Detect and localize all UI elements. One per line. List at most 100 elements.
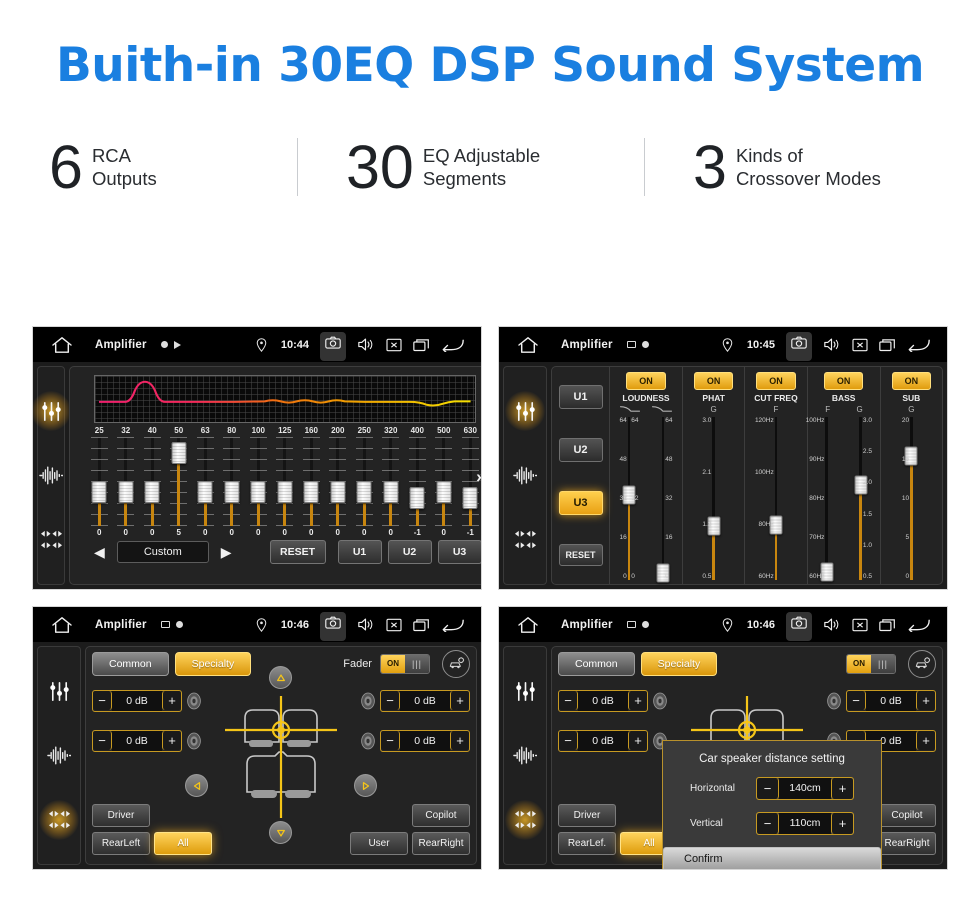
volume-icon[interactable] (357, 336, 374, 353)
close-box-icon[interactable] (385, 336, 402, 353)
preset-u2-button[interactable]: U2 (558, 438, 603, 463)
volume-icon[interactable] (823, 616, 840, 633)
decrement-button[interactable]: − (381, 691, 400, 710)
camera-button[interactable] (786, 612, 812, 641)
effect-slider[interactable]: 3.0 2.1 1.3 0.5 (697, 417, 731, 580)
nav-left-button[interactable] (185, 774, 208, 797)
eq-slider[interactable]: 0 (86, 437, 113, 537)
sidebar-item-equalizer[interactable] (33, 391, 71, 432)
eq-slider-track[interactable] (408, 437, 426, 526)
nav-up-button[interactable] (269, 666, 292, 689)
nav-right-button[interactable] (354, 774, 377, 797)
eq-slider-knob[interactable] (118, 481, 134, 504)
increment-button[interactable]: + (450, 731, 469, 750)
car-config-icon[interactable] (908, 650, 936, 678)
eq-slider[interactable]: -1 (404, 437, 431, 537)
sidebar-item-fader[interactable] (38, 527, 64, 553)
eq-slider-knob[interactable] (171, 442, 187, 465)
home-icon[interactable] (517, 616, 539, 634)
position-all-button[interactable]: All (154, 832, 212, 855)
position-rearright-button[interactable]: RearRight (412, 832, 470, 855)
back-icon[interactable] (907, 336, 931, 353)
eq-slider-track[interactable] (90, 437, 108, 526)
increment-button[interactable]: + (916, 691, 935, 710)
vertical-stepper[interactable]: − 110cm + (756, 812, 854, 835)
preset-prev-button[interactable]: ◀ (88, 544, 111, 561)
increment-button[interactable]: + (916, 731, 935, 750)
increment-button[interactable]: + (162, 691, 181, 710)
decrement-button[interactable]: − (847, 691, 866, 710)
position-rearright-button[interactable]: RearRight (878, 832, 936, 855)
effect-toggle-button[interactable]: ON (626, 372, 666, 390)
camera-button[interactable] (786, 332, 812, 361)
tab-common[interactable]: Common (558, 652, 635, 676)
effect-slider-track[interactable]: 120Hz 100Hz 80Hz 60Hz (755, 417, 783, 580)
home-icon[interactable] (517, 336, 539, 354)
recents-icon[interactable] (879, 336, 896, 353)
increment-button[interactable]: + (162, 731, 181, 750)
eq-slider[interactable]: 0 (139, 437, 166, 537)
effect-slider[interactable]: 3.0 2.5 2.0 1.5 1.0 0.5 (844, 417, 878, 580)
chevron-double-right-icon[interactable]: » (476, 467, 481, 487)
increment-button[interactable]: + (831, 813, 853, 834)
eq-slider-track[interactable] (276, 437, 294, 526)
back-icon[interactable] (441, 616, 465, 633)
close-box-icon[interactable] (851, 336, 868, 353)
effect-slider-track[interactable]: 3.0 2.1 1.3 0.5 (702, 417, 721, 580)
eq-slider-track[interactable] (117, 437, 135, 526)
decrement-button[interactable]: − (381, 731, 400, 750)
position-driver-button[interactable]: Driver (92, 804, 150, 827)
gain-stepper[interactable]: − 0 dB + (380, 690, 470, 712)
decrement-button[interactable]: − (757, 778, 779, 799)
eq-slider-knob[interactable] (277, 481, 293, 504)
tab-specialty[interactable]: Specialty (174, 652, 252, 676)
eq-slider-track[interactable] (143, 437, 161, 526)
decrement-button[interactable]: − (559, 731, 578, 750)
eq-slider-knob[interactable] (224, 481, 240, 504)
eq-slider-knob[interactable] (409, 486, 425, 509)
eq-slider[interactable]: 0 (192, 437, 219, 537)
position-rearleft-button[interactable]: RearLeft (92, 832, 150, 855)
preset-u3-button[interactable]: U3 (558, 490, 603, 515)
effect-slider-track[interactable]: 100Hz 90Hz 80Hz 70Hz 60Hz (806, 417, 834, 582)
sidebar-item-equalizer[interactable] (46, 678, 72, 704)
reset-button[interactable]: RESET (558, 543, 603, 566)
gain-stepper[interactable]: − 0 dB + (92, 730, 182, 752)
back-icon[interactable] (907, 616, 931, 633)
sidebar-item-waveform[interactable] (512, 742, 538, 768)
sidebar-item-equalizer[interactable] (505, 391, 545, 432)
effect-slider[interactable]: 64 48 32 16 0 (646, 417, 680, 583)
eq-slider[interactable]: 0 (298, 437, 325, 537)
sidebar-item-fader[interactable] (39, 799, 79, 840)
eq-slider[interactable]: 5 (166, 437, 193, 537)
effect-toggle-button[interactable]: ON (891, 372, 932, 390)
car-config-icon[interactable] (442, 650, 470, 678)
gain-stepper[interactable]: − 0 dB + (92, 690, 182, 712)
eq-slider[interactable]: 0 (272, 437, 299, 537)
preset-next-button[interactable]: ▶ (215, 544, 238, 561)
effect-toggle-button[interactable]: ON (693, 372, 734, 390)
back-icon[interactable] (441, 336, 465, 353)
eq-slider-track[interactable] (435, 437, 453, 526)
eq-slider-knob[interactable] (356, 481, 372, 504)
effect-slider-track[interactable]: 64 48 32 16 0 64 32 0 (620, 417, 638, 580)
eq-slider-track[interactable] (382, 437, 400, 526)
eq-slider[interactable]: -1 (457, 437, 481, 537)
camera-button[interactable] (320, 612, 346, 641)
eq-slider-track[interactable] (302, 437, 320, 526)
eq-slider-knob[interactable] (303, 481, 319, 504)
recents-icon[interactable] (413, 336, 430, 353)
decrement-button[interactable]: − (757, 813, 779, 834)
home-icon[interactable] (51, 336, 73, 354)
effect-slider-track[interactable]: 20 15 10 5 0 (902, 417, 918, 580)
increment-button[interactable]: + (628, 731, 647, 750)
position-user-button[interactable]: User (350, 832, 408, 855)
effect-slider[interactable]: 20 15 10 5 0 (894, 417, 928, 580)
eq-slider[interactable]: 0 (219, 437, 246, 537)
sidebar-item-equalizer[interactable] (512, 678, 538, 704)
preset-u1-button[interactable]: U1 (558, 385, 603, 410)
sidebar-item-fader[interactable] (512, 527, 538, 553)
increment-button[interactable]: + (628, 691, 647, 710)
eq-slider[interactable]: 0 (113, 437, 140, 537)
horizontal-stepper[interactable]: − 140cm + (756, 777, 854, 800)
